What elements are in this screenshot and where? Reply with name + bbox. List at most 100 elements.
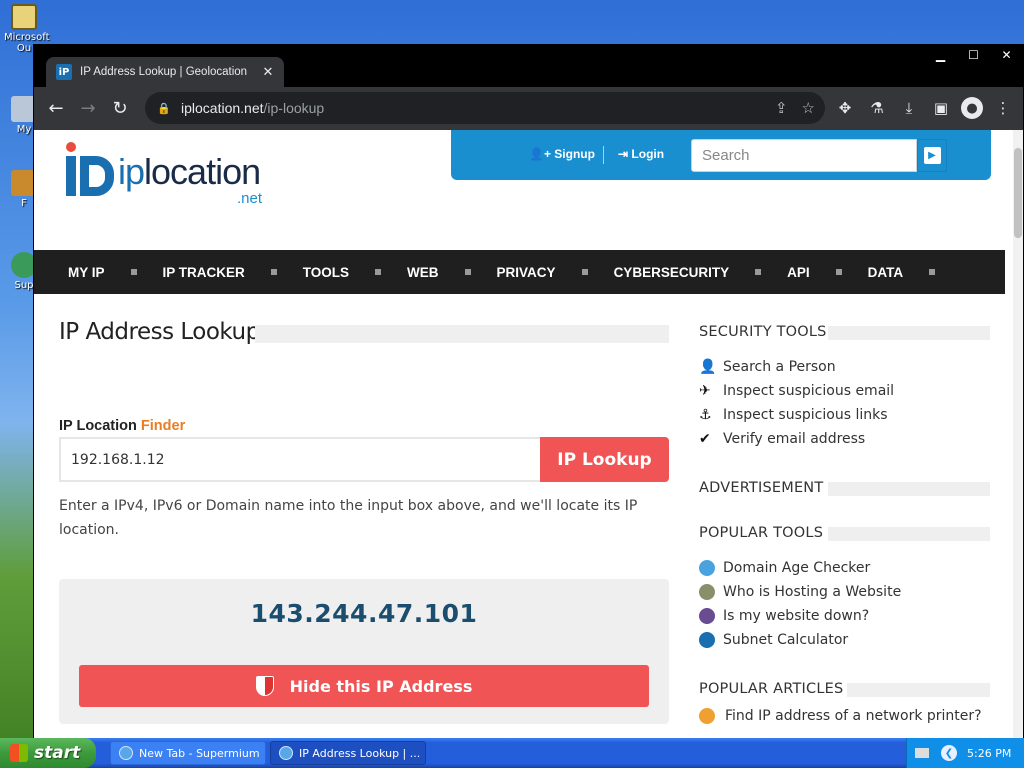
outlook-icon <box>11 4 37 30</box>
list-item[interactable]: Find IP address of a network printer? <box>699 704 982 728</box>
list-item[interactable]: Subnet Calculator <box>699 628 901 652</box>
login-link[interactable]: ⇥ Login <box>618 147 664 161</box>
download-icon[interactable]: ⤓ <box>897 93 921 123</box>
iplocation-logo-icon <box>62 142 116 198</box>
taskbar-item-new-tab[interactable]: New Tab - Supermium <box>110 741 266 765</box>
nav-bullet <box>755 269 762 275</box>
list-item[interactable]: Is my website down? <box>699 604 901 628</box>
network-tray-icon[interactable]: ❮ <box>941 745 957 761</box>
nav-privacy[interactable]: PRIVACY <box>497 265 556 280</box>
nav-bullet <box>581 269 588 275</box>
logo-text: iplocation <box>118 151 261 192</box>
ip-lookup-input[interactable]: 192.168.1.12 <box>59 437 541 482</box>
browser-tab[interactable]: iP IP Address Lookup | Geolocation ✕ <box>46 57 284 87</box>
heading-divider <box>828 482 990 496</box>
network-icon <box>699 632 715 648</box>
heading-divider <box>847 683 990 697</box>
title-divider <box>255 325 669 343</box>
site-search-input[interactable]: Search <box>691 139 917 172</box>
forward-icon[interactable]: → <box>72 93 104 125</box>
nav-bullet <box>375 269 382 275</box>
globe-icon <box>699 560 715 576</box>
nav-ip-tracker[interactable]: IP TRACKER <box>163 265 245 280</box>
address-bar[interactable]: 🔒 iplocation.net/ip-lookup ⇪ ☆ <box>145 92 825 124</box>
page-title: IP Address Lookup <box>59 319 260 345</box>
bookmark-star-icon[interactable]: ☆ <box>802 99 815 117</box>
tab-title: IP Address Lookup | Geolocation <box>80 66 248 78</box>
url-path: /ip-lookup <box>263 100 325 116</box>
menu-kebab-icon[interactable]: ⋮ <box>991 93 1015 123</box>
taskbar-item-label: New Tab - Supermium <box>139 746 260 760</box>
nav-my-ip[interactable]: MY IP <box>68 265 105 280</box>
list-item[interactable]: 👤 Search a Person <box>699 355 894 379</box>
system-tray: ❮ 5:26 PM <box>906 738 1024 768</box>
heading-divider <box>828 326 990 340</box>
taskbar: start New Tab - Supermium IP Address Loo… <box>0 738 1024 768</box>
check-icon: ✔ <box>699 431 711 447</box>
person-icon: 👤 <box>699 359 717 375</box>
reload-icon[interactable]: ↻ <box>104 93 136 125</box>
list-item[interactable]: ✔ Verify email address <box>699 427 894 451</box>
share-icon[interactable]: ⇪ <box>775 99 788 117</box>
browser-window: iP IP Address Lookup | Geolocation ✕ ▁ ☐… <box>33 44 1024 739</box>
page-scrollbar[interactable] <box>1013 130 1023 739</box>
nav-bullet <box>929 269 936 275</box>
nav-api[interactable]: API <box>787 265 810 280</box>
nav-cybersecurity[interactable]: CYBERSECURITY <box>614 265 730 280</box>
browser-titlebar: iP IP Address Lookup | Geolocation ✕ ▁ ☐… <box>34 45 1023 87</box>
nav-data[interactable]: DATA <box>868 265 904 280</box>
url-domain: iplocation.net <box>181 100 264 116</box>
security-tools-heading: SECURITY TOOLS <box>699 324 827 340</box>
desktop-icon-label: Sup <box>14 280 34 291</box>
popular-tools-heading: POPULAR TOOLS <box>699 525 824 541</box>
scrollbar-thumb[interactable] <box>1014 148 1022 238</box>
start-label: start <box>34 743 81 763</box>
taskbar-item-ip-lookup[interactable]: IP Address Lookup | ... <box>270 741 426 765</box>
taskbar-item-label: IP Address Lookup | ... <box>299 746 421 760</box>
maximize-icon[interactable]: ☐ <box>957 45 990 65</box>
browser-toolbar: ← → ↻ 🔒 iplocation.net/ip-lookup ⇪ ☆ ✥ ⚗… <box>34 87 1023 130</box>
nav-bullet <box>835 269 842 275</box>
site-logo[interactable]: iplocation .net <box>62 142 262 207</box>
logo-tld: .net <box>237 190 263 207</box>
profile-avatar-icon[interactable]: ● <box>961 97 983 119</box>
list-item[interactable]: ✈ Inspect suspicious email <box>699 379 894 403</box>
side-panel-icon[interactable]: ▣ <box>929 93 953 123</box>
shield-icon <box>255 676 274 696</box>
labs-flask-icon[interactable]: ⚗ <box>865 93 889 123</box>
nav-bullet <box>130 269 137 275</box>
omnibox-actions: ⇪ ☆ <box>775 99 815 117</box>
list-item[interactable]: Domain Age Checker <box>699 556 901 580</box>
my-ip-panel: 143.244.47.101 Hide this IP Address <box>59 579 669 724</box>
security-tools-list: 👤 Search a Person ✈ Inspect suspicious ema… <box>699 355 894 451</box>
heading-divider <box>828 527 990 541</box>
back-icon[interactable]: ← <box>40 93 72 125</box>
browser-icon <box>279 746 293 760</box>
close-window-icon[interactable]: ✕ <box>990 45 1023 65</box>
extensions-puzzle-icon[interactable]: ✥ <box>833 93 857 123</box>
windows-flag-icon <box>10 744 28 762</box>
list-item[interactable]: ⚓ Inspect suspicious links <box>699 403 894 427</box>
tab-close-icon[interactable]: ✕ <box>258 65 278 80</box>
play-arrow-icon: ▶ <box>923 147 941 164</box>
account-bar: 👤+ Signup ⇥ Login Search ▶ <box>451 130 991 180</box>
search-submit-button[interactable]: ▶ <box>917 139 947 172</box>
keyboard-icon[interactable] <box>915 748 929 758</box>
nav-bullet <box>464 269 471 275</box>
advertisement-heading: ADVERTISEMENT <box>699 480 824 496</box>
page-viewport: iplocation .net 👤+ Signup ⇥ Login Search… <box>34 130 1015 739</box>
minimize-icon[interactable]: ▁ <box>924 45 957 65</box>
nav-web[interactable]: WEB <box>407 265 439 280</box>
start-button[interactable]: start <box>0 738 96 768</box>
user-plus-icon: 👤+ <box>529 147 551 161</box>
hide-ip-label: Hide this IP Address <box>289 676 473 696</box>
paper-plane-icon: ✈ <box>699 383 711 399</box>
hide-ip-button[interactable]: Hide this IP Address <box>79 665 649 707</box>
nav-tools[interactable]: TOOLS <box>303 265 349 280</box>
list-item[interactable]: Who is Hosting a Website <box>699 580 901 604</box>
popular-articles-heading: POPULAR ARTICLES <box>699 681 844 697</box>
login-icon: ⇥ <box>618 147 629 161</box>
ip-lookup-button[interactable]: IP Lookup <box>540 437 669 482</box>
window-controls: ▁ ☐ ✕ <box>924 45 1023 65</box>
signup-link[interactable]: 👤+ Signup <box>529 147 595 161</box>
